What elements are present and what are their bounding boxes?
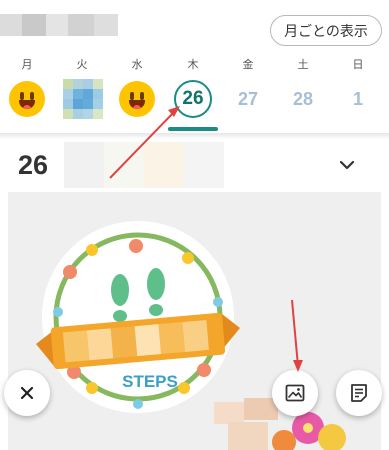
divider (0, 133, 389, 139)
month-view-button[interactable]: 月ごとの表示 (270, 15, 382, 46)
day-photo-thumbnail (63, 79, 103, 119)
weekday-label: 金 (242, 58, 254, 71)
weekday-label: 水 (131, 58, 143, 71)
chevron-down-icon[interactable] (338, 156, 356, 174)
date-number: 27 (237, 88, 259, 109)
day-fri[interactable]: 金 27 (223, 58, 273, 118)
day-tue[interactable]: 火 (57, 58, 107, 119)
weekday-label: 木 (187, 58, 199, 71)
weekday-label: 火 (76, 58, 88, 71)
entry-header: 26 (0, 142, 389, 190)
redacted-title (0, 14, 118, 36)
weekday-label: 日 (352, 58, 364, 71)
weekday-label: 土 (297, 58, 309, 71)
redacted-entry-title (64, 142, 224, 188)
top-bar: 月ごとの表示 (0, 0, 389, 52)
day-sun[interactable]: 日 1 (333, 58, 383, 118)
smiley-mood-icon (9, 81, 45, 117)
sticker-label: STEPS (122, 372, 178, 391)
day-sat[interactable]: 土 28 (278, 58, 328, 118)
note-button[interactable] (336, 370, 382, 416)
day-wed[interactable]: 水 (112, 58, 162, 118)
entry-date: 26 (18, 150, 49, 180)
today-indicator (168, 127, 218, 131)
week-strip: 月 火 水 木 26 金 27 土 28 日 1 (0, 52, 389, 132)
smiley-mood-icon (119, 81, 155, 117)
entry-photo: STEPS (8, 192, 381, 450)
today-date: 26 (174, 80, 212, 118)
date-number: 28 (292, 88, 314, 109)
steps-sticker: STEPS (36, 221, 346, 450)
image-icon (285, 384, 305, 402)
day-mon[interactable]: 月 (2, 58, 52, 118)
weekday-label: 月 (21, 58, 33, 71)
day-thu-today[interactable]: 木 26 (168, 58, 218, 118)
note-icon (351, 384, 367, 402)
close-button[interactable] (4, 370, 50, 416)
close-icon (20, 386, 34, 400)
date-number: 1 (352, 88, 363, 109)
image-button[interactable] (272, 370, 318, 416)
